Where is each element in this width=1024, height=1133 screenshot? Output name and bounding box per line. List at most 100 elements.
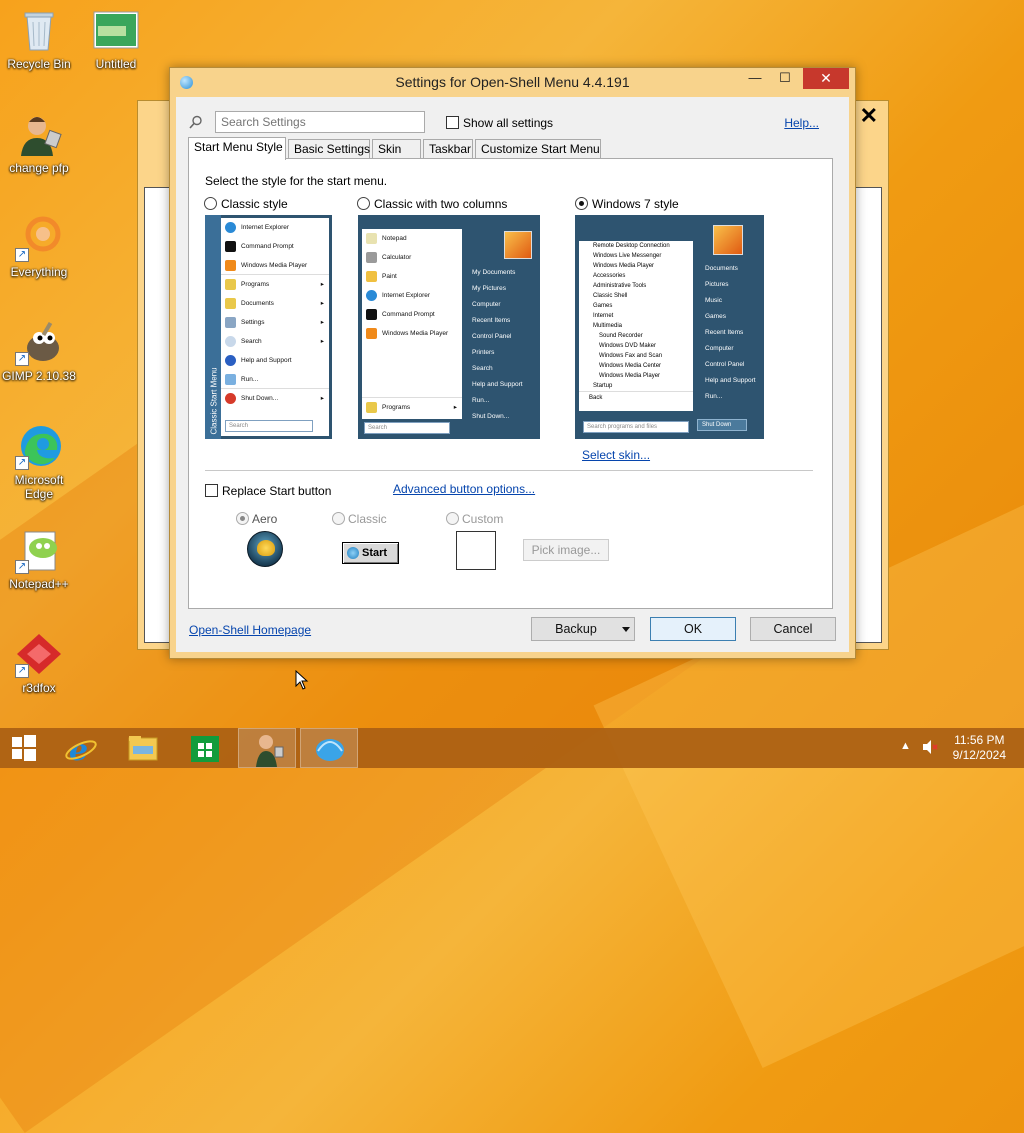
advanced-button-options-link[interactable]: Advanced button options... [393,482,535,496]
desktop-icon-everything[interactable]: ↗ Everything [1,214,77,279]
select-skin-link[interactable]: Select skin... [582,448,650,462]
tab-skin[interactable]: Skin [372,139,421,159]
cancel-button[interactable]: Cancel [750,617,836,641]
close-icon[interactable]: ✕ [860,103,878,129]
tab-taskbar[interactable]: Taskbar [423,139,473,159]
two-column-left-list: Notepad Calculator Paint Internet Explor… [362,229,462,419]
radio-windows-7-style[interactable]: Windows 7 style [575,196,679,211]
preview-item: Control Panel [705,361,745,368]
desktop-icon-untitled[interactable]: Untitled [78,6,154,71]
recycle-bin-icon [15,6,63,54]
preview-item: Calculator [362,248,462,267]
preview-item: Recent Items [705,329,744,336]
pick-image-button[interactable]: Pick image... [523,539,609,561]
close-button[interactable]: ✕ [803,68,849,89]
classic-side-label: Classic Start Menu [209,367,219,435]
preview-search-box: Search [364,422,450,434]
radio-icon [332,512,345,526]
preview-item: Shut Down... [472,413,510,420]
radio-aero[interactable]: Aero [236,511,277,526]
ok-button[interactable]: OK [650,617,736,641]
shortcut-arrow-icon: ↗ [15,560,29,574]
start-menu-style-panel: Select the style for the start menu. Cla… [188,158,833,609]
search-icon [189,115,202,129]
windows-7-style-preview[interactable]: Remote Desktop Connection Windows Live M… [575,215,764,439]
radio-label: Classic [348,511,387,526]
desktop-icon-label: Everything [10,265,68,279]
show-all-label: Show all settings [463,115,554,130]
shortcut-arrow-icon: ↗ [15,456,29,470]
user-settings-icon [256,735,284,767]
edge-icon: ↗ [15,422,63,470]
radio-label: Custom [462,511,504,526]
classic-side-bar: Classic Start Menu [205,215,221,439]
open-shell-homepage-link[interactable]: Open-Shell Homepage [189,623,311,637]
windows-logo-icon [12,735,36,761]
clock-time: 11:56 PM [954,733,1005,747]
radio-classic-two-columns[interactable]: Classic with two columns [357,196,507,211]
shortcut-arrow-icon: ↗ [15,664,29,678]
section-label: Select the style for the start menu. [205,174,388,188]
desktop-icon-label: Microsoft Edge [14,473,64,501]
preview-item: Printers [472,349,495,356]
divider [205,470,813,471]
radio-label: Aero [252,511,278,526]
tab-customize-start-menu[interactable]: Customize Start Menu [475,139,601,159]
preview-item: Shut Down... ▸ [221,389,329,408]
preview-shutdown-button: Shut Down [697,419,747,431]
tab-start-menu-style[interactable]: Start Menu Style [188,137,286,160]
preview-item: Documents ▸ [221,294,329,313]
desktop-icon-r3dfox[interactable]: ↗ r3dfox [1,630,77,695]
clock[interactable]: 11:56 PM 9/12/2024 [953,733,1006,763]
help-link[interactable]: Help... [784,116,819,130]
taskbar-file-explorer[interactable] [119,728,167,768]
settings-dialog: Settings for Open-Shell Menu 4.4.191 — ☐… [169,67,856,659]
preview-search-box: Search programs and files [583,421,689,433]
title-bar[interactable]: Settings for Open-Shell Menu 4.4.191 — ☐… [170,68,855,96]
preview-item: Documents [705,265,738,272]
notepad-plus-plus-icon: ↗ [15,526,63,574]
taskbar-internet-explorer[interactable]: e [57,728,105,768]
preview-item: Search ▸ [221,332,329,351]
checkbox-icon [446,116,459,130]
backup-button[interactable]: Backup [531,617,635,641]
tab-basic-settings[interactable]: Basic Settings [288,139,370,159]
radio-classic-button[interactable]: Classic [332,511,387,526]
shortcut-arrow-icon: ↗ [15,248,29,262]
radio-classic-style[interactable]: Classic style [204,196,288,211]
preview-search-box: Search [225,420,313,432]
preview-item: Command Prompt [362,305,462,324]
classic-style-preview[interactable]: Classic Start Menu Internet Explorer Com… [205,215,332,439]
taskbar-change-pfp[interactable] [238,728,296,768]
desktop-icon-notepad-plus-plus[interactable]: ↗ Notepad++ [1,526,77,591]
aero-start-button-preview [247,531,283,567]
start-button[interactable] [0,728,48,768]
preview-item: Programs ▸ [362,397,462,416]
maximize-button[interactable]: ☐ [771,68,799,88]
radio-label: Classic style [221,196,288,211]
desktop-icon-change-pfp[interactable]: change pfp [1,110,77,175]
taskbar-store[interactable] [181,728,229,768]
minimize-button[interactable]: — [741,68,769,88]
desktop-icon-gimp[interactable]: ↗ GIMP 2.10.38 [1,318,77,383]
custom-button-preview [456,531,496,570]
show-hidden-icons-icon[interactable]: ▲ [900,740,911,752]
preview-item: Notepad [362,229,462,248]
win7-program-list: Remote Desktop Connection Windows Live M… [579,241,693,411]
replace-start-button-checkbox[interactable]: Replace Start button [205,483,331,498]
store-icon [191,736,219,762]
volume-muted-icon[interactable] [921,738,939,759]
checkbox-icon [205,484,218,498]
search-input[interactable] [215,111,425,133]
radio-label: Classic with two columns [374,196,508,211]
desktop-icon-recycle-bin[interactable]: Recycle Bin [1,6,77,71]
radio-custom-button[interactable]: Custom [446,511,503,526]
desktop-icon-microsoft-edge[interactable]: ↗ Microsoft Edge [1,422,77,501]
preview-item: Help and Support [221,351,329,370]
show-all-settings-checkbox[interactable]: Show all settings [446,115,553,130]
preview-item: Paint [362,267,462,286]
taskbar-open-shell-settings[interactable] [300,728,358,768]
two-column-style-preview[interactable]: Notepad Calculator Paint Internet Explor… [358,215,540,439]
preview-item: Settings ▸ [221,313,329,332]
classic-start-button-preview: Start [342,542,399,564]
